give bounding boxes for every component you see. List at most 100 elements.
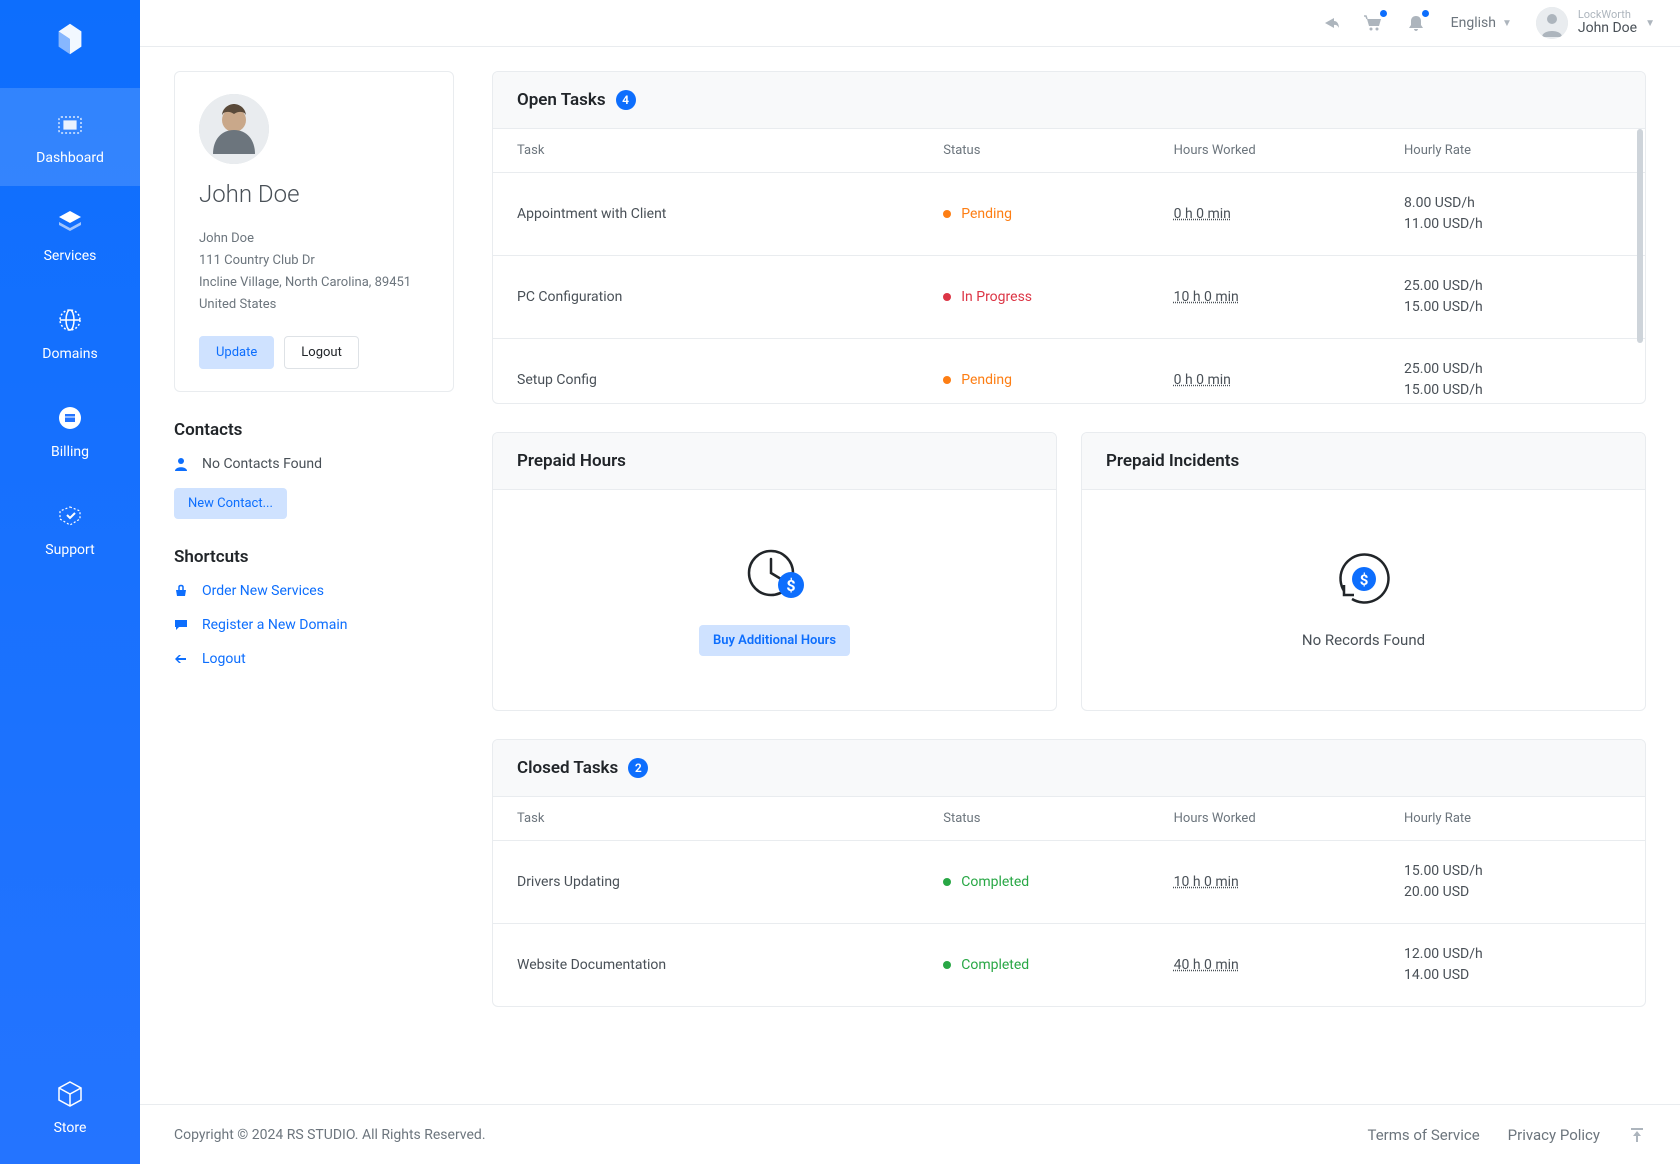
open-tasks-header: Open Tasks 4 bbox=[493, 72, 1645, 129]
address-line: John Doe bbox=[199, 228, 429, 250]
status-dot-icon bbox=[943, 961, 951, 969]
hours-cell: 40 h 0 min bbox=[1150, 924, 1380, 1007]
nav-store[interactable]: Store bbox=[0, 1056, 140, 1164]
open-tasks-title: Open Tasks bbox=[517, 90, 606, 110]
clock-money-icon: $ bbox=[743, 541, 807, 605]
nav-dashboard-label: Dashboard bbox=[36, 150, 104, 166]
nav-domains-label: Domains bbox=[42, 346, 97, 362]
cart-icon[interactable] bbox=[1363, 12, 1385, 34]
status-cell: Pending bbox=[919, 173, 1149, 256]
nav-services-label: Services bbox=[44, 248, 97, 264]
status-cell: In Progress bbox=[919, 256, 1149, 339]
status-text: Completed bbox=[961, 957, 1029, 973]
main-content: John Doe John Doe 111 Country Club Dr In… bbox=[140, 47, 1680, 1164]
hours-text[interactable]: 10 h 0 min bbox=[1174, 289, 1239, 305]
store-icon bbox=[52, 1076, 88, 1112]
buy-hours-button[interactable]: Buy Additional Hours bbox=[699, 625, 850, 656]
notification-badge-dot bbox=[1422, 10, 1429, 17]
col-status: Status bbox=[919, 797, 1149, 841]
table-row[interactable]: Setup ConfigPending0 h 0 min25.00 USD/h1… bbox=[493, 339, 1645, 404]
address-line: 111 Country Club Dr bbox=[199, 250, 429, 272]
col-hours: Hours Worked bbox=[1150, 129, 1380, 173]
update-button[interactable]: Update bbox=[199, 336, 274, 369]
sidebar: Dashboard Services Domains Billing Suppo… bbox=[0, 0, 140, 1164]
user-name: John Doe bbox=[1578, 21, 1637, 36]
back-arrow-icon bbox=[174, 652, 194, 666]
address-line: Incline Village, North Carolina, 89451 bbox=[199, 272, 429, 294]
right-column: Open Tasks 4 Task Status Hours Worked Ho… bbox=[492, 71, 1646, 1164]
status-cell: Completed bbox=[919, 924, 1149, 1007]
cart-badge-dot bbox=[1380, 10, 1387, 17]
col-task: Task bbox=[493, 129, 919, 173]
user-info: LockWorth John Doe bbox=[1578, 9, 1637, 36]
no-records-text: No Records Found bbox=[1302, 631, 1425, 649]
nav-dashboard[interactable]: Dashboard bbox=[0, 88, 140, 186]
contacts-section: Contacts No Contacts Found New Contact..… bbox=[174, 420, 454, 519]
shortcut-label: Logout bbox=[202, 651, 246, 667]
hours-cell: 10 h 0 min bbox=[1150, 256, 1380, 339]
rate-cell: 15.00 USD/h20.00 USD bbox=[1380, 841, 1645, 924]
hours-text[interactable]: 0 h 0 min bbox=[1174, 372, 1231, 388]
status-dot-icon bbox=[943, 376, 951, 384]
prepaid-incidents-header: Prepaid Incidents bbox=[1082, 433, 1645, 490]
shortcut-register-domain[interactable]: Register a New Domain bbox=[174, 617, 454, 633]
profile-avatar bbox=[199, 94, 269, 164]
prepaid-incidents-title: Prepaid Incidents bbox=[1106, 451, 1239, 471]
billing-icon bbox=[52, 400, 88, 436]
svg-text:$: $ bbox=[1359, 571, 1368, 589]
hours-text[interactable]: 40 h 0 min bbox=[1174, 957, 1239, 973]
shortcuts-title: Shortcuts bbox=[174, 547, 454, 567]
contacts-empty-row: No Contacts Found bbox=[174, 456, 454, 472]
task-cell: Setup Config bbox=[493, 339, 919, 404]
task-cell: PC Configuration bbox=[493, 256, 919, 339]
profile-address: John Doe 111 Country Club Dr Incline Vil… bbox=[199, 228, 429, 316]
scrollbar[interactable] bbox=[1637, 129, 1643, 343]
status-dot-icon bbox=[943, 878, 951, 886]
user-menu[interactable]: LockWorth John Doe ▼ bbox=[1536, 7, 1655, 39]
chevron-down-icon: ▼ bbox=[1645, 18, 1655, 29]
shortcut-order-services[interactable]: Order New Services bbox=[174, 583, 454, 599]
tos-link[interactable]: Terms of Service bbox=[1367, 1126, 1479, 1144]
scroll-top-icon[interactable] bbox=[1628, 1126, 1646, 1144]
user-avatar bbox=[1536, 7, 1568, 39]
shortcuts-section: Shortcuts Order New Services Register a … bbox=[174, 547, 454, 667]
left-column: John Doe John Doe 111 Country Club Dr In… bbox=[174, 71, 454, 1164]
profile-card: John Doe John Doe 111 Country Club Dr In… bbox=[174, 71, 454, 392]
share-icon[interactable] bbox=[1321, 12, 1343, 34]
profile-name: John Doe bbox=[199, 180, 429, 208]
status-dot-icon bbox=[943, 293, 951, 301]
logo-icon bbox=[51, 20, 89, 58]
open-tasks-table: Task Status Hours Worked Hourly Rate bbox=[493, 129, 1645, 173]
shortcut-label: Register a New Domain bbox=[202, 617, 347, 633]
svg-text:$: $ bbox=[786, 576, 795, 595]
copyright: Copyright © 2024 RS STUDIO. All Rights R… bbox=[174, 1127, 486, 1143]
table-row[interactable]: Appointment with ClientPending0 h 0 min8… bbox=[493, 173, 1645, 256]
table-row[interactable]: Website DocumentationCompleted40 h 0 min… bbox=[493, 924, 1645, 1007]
nav-services[interactable]: Services bbox=[0, 186, 140, 284]
domains-icon bbox=[52, 302, 88, 338]
prepaid-hours-title: Prepaid Hours bbox=[517, 451, 626, 471]
closed-tasks-panel: Closed Tasks 2 Task Status Hours Worked … bbox=[492, 739, 1646, 1007]
chat-icon bbox=[174, 618, 194, 632]
nav-billing[interactable]: Billing bbox=[0, 382, 140, 480]
task-cell: Drivers Updating bbox=[493, 841, 919, 924]
new-contact-button[interactable]: New Contact... bbox=[174, 488, 287, 519]
prepaid-hours-header: Prepaid Hours bbox=[493, 433, 1056, 490]
shortcut-logout[interactable]: Logout bbox=[174, 651, 454, 667]
footer: Copyright © 2024 RS STUDIO. All Rights R… bbox=[140, 1104, 1680, 1164]
table-row[interactable]: Drivers UpdatingCompleted10 h 0 min15.00… bbox=[493, 841, 1645, 924]
privacy-link[interactable]: Privacy Policy bbox=[1508, 1126, 1600, 1144]
notifications-icon[interactable] bbox=[1405, 12, 1427, 34]
nav-domains[interactable]: Domains bbox=[0, 284, 140, 382]
nav-store-label: Store bbox=[54, 1120, 87, 1136]
prepaid-hours-panel: Prepaid Hours $ Buy Additional Hours bbox=[492, 432, 1057, 711]
shortcut-label: Order New Services bbox=[202, 583, 324, 599]
nav-support[interactable]: Support bbox=[0, 480, 140, 578]
open-tasks-count: 4 bbox=[616, 90, 636, 110]
hours-text[interactable]: 10 h 0 min bbox=[1174, 874, 1239, 890]
hours-text[interactable]: 0 h 0 min bbox=[1174, 206, 1231, 222]
logout-button[interactable]: Logout bbox=[284, 336, 359, 369]
table-row[interactable]: PC ConfigurationIn Progress10 h 0 min25.… bbox=[493, 256, 1645, 339]
language-selector[interactable]: English ▼ bbox=[1451, 15, 1512, 31]
person-icon bbox=[174, 457, 194, 471]
